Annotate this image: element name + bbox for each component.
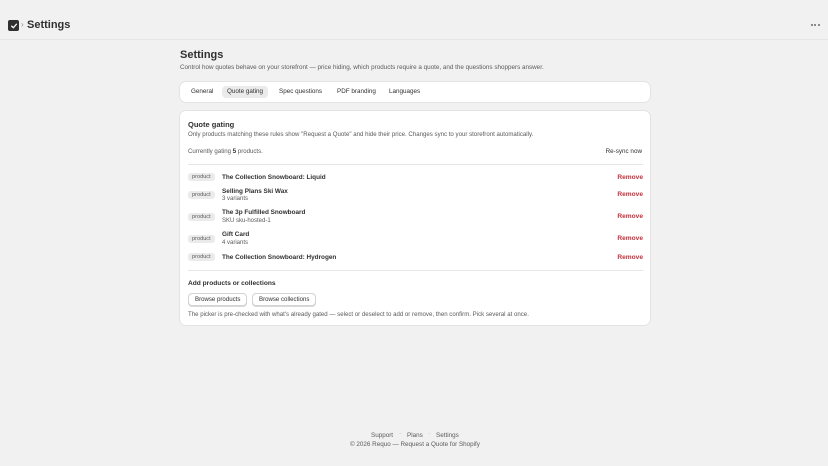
item-type-badge: product bbox=[188, 213, 215, 221]
remove-button[interactable]: Remove bbox=[617, 213, 643, 220]
remove-button[interactable]: Remove bbox=[617, 191, 643, 198]
footer-separator: · bbox=[399, 431, 401, 437]
add-products-title: Add products or collections bbox=[188, 280, 276, 287]
item-title: Gift Card bbox=[222, 231, 250, 238]
item-subtitle: SKU sku-hosted-1 bbox=[222, 218, 271, 224]
item-type-badge: product bbox=[188, 253, 215, 261]
footer-links: Support · Plans · Settings bbox=[0, 431, 828, 440]
more-horizontal-icon[interactable] bbox=[808, 19, 822, 31]
browse-collections-button[interactable]: Browse collections bbox=[252, 293, 317, 306]
tab-quote-gating[interactable]: Quote gating bbox=[222, 86, 269, 98]
tab-spec-questions[interactable]: Spec questions bbox=[274, 86, 327, 98]
footer-link-plans[interactable]: Plans bbox=[407, 432, 423, 439]
top-bar-title: Settings bbox=[27, 19, 71, 31]
quote-gating-description: Only products matching these rules show … bbox=[188, 131, 534, 138]
remove-button[interactable]: Remove bbox=[617, 235, 643, 242]
divider bbox=[188, 164, 643, 165]
quote-gating-title: Quote gating bbox=[188, 120, 235, 129]
item-title: The 3p Fulfilled Snowboard bbox=[222, 209, 306, 216]
remove-button[interactable]: Remove bbox=[617, 254, 643, 261]
tab-languages[interactable]: Languages bbox=[384, 86, 425, 98]
item-subtitle: 4 variants bbox=[222, 240, 249, 246]
page-subtitle: Control how quotes behave on your storef… bbox=[180, 64, 544, 71]
browse-products-button[interactable]: Browse products bbox=[188, 293, 248, 306]
gating-count-prefix: Currently gating bbox=[188, 148, 233, 155]
item-type-badge: product bbox=[188, 173, 215, 181]
top-bar: › Settings bbox=[0, 0, 828, 40]
footer-separator: · bbox=[428, 431, 430, 437]
divider bbox=[188, 270, 643, 271]
footer-link-settings[interactable]: Settings bbox=[436, 432, 459, 439]
tab-general[interactable]: General bbox=[186, 86, 218, 98]
tab-pdf-branding[interactable]: PDF branding bbox=[332, 86, 381, 98]
item-subtitle: 3 variants bbox=[222, 196, 249, 202]
copyright: © 2026 Requo — Request a Quote for Shopi… bbox=[350, 441, 480, 448]
item-type-badge: product bbox=[188, 191, 215, 199]
chevron-right-icon: › bbox=[21, 20, 24, 29]
page-title: Settings bbox=[180, 49, 224, 61]
resync-button[interactable]: Re-sync now bbox=[606, 148, 642, 155]
gating-count-suffix: products. bbox=[236, 148, 263, 155]
quote-gating-card: Quote gating Only products matching thes… bbox=[180, 111, 650, 325]
check-square-icon[interactable] bbox=[8, 20, 19, 31]
footer-link-support[interactable]: Support bbox=[371, 432, 393, 439]
remove-button[interactable]: Remove bbox=[617, 174, 643, 181]
item-type-badge: product bbox=[188, 235, 215, 243]
item-title: The Collection Snowboard: Hydrogen bbox=[222, 254, 337, 261]
settings-tabs: General Quote gating Spec questions PDF … bbox=[180, 82, 650, 102]
item-title: Selling Plans Ski Wax bbox=[222, 188, 288, 195]
picker-hint: The picker is pre-checked with what's al… bbox=[188, 311, 529, 318]
gating-count-text: Currently gating 5 products. bbox=[188, 148, 263, 155]
item-title: The Collection Snowboard: Liquid bbox=[222, 174, 326, 181]
